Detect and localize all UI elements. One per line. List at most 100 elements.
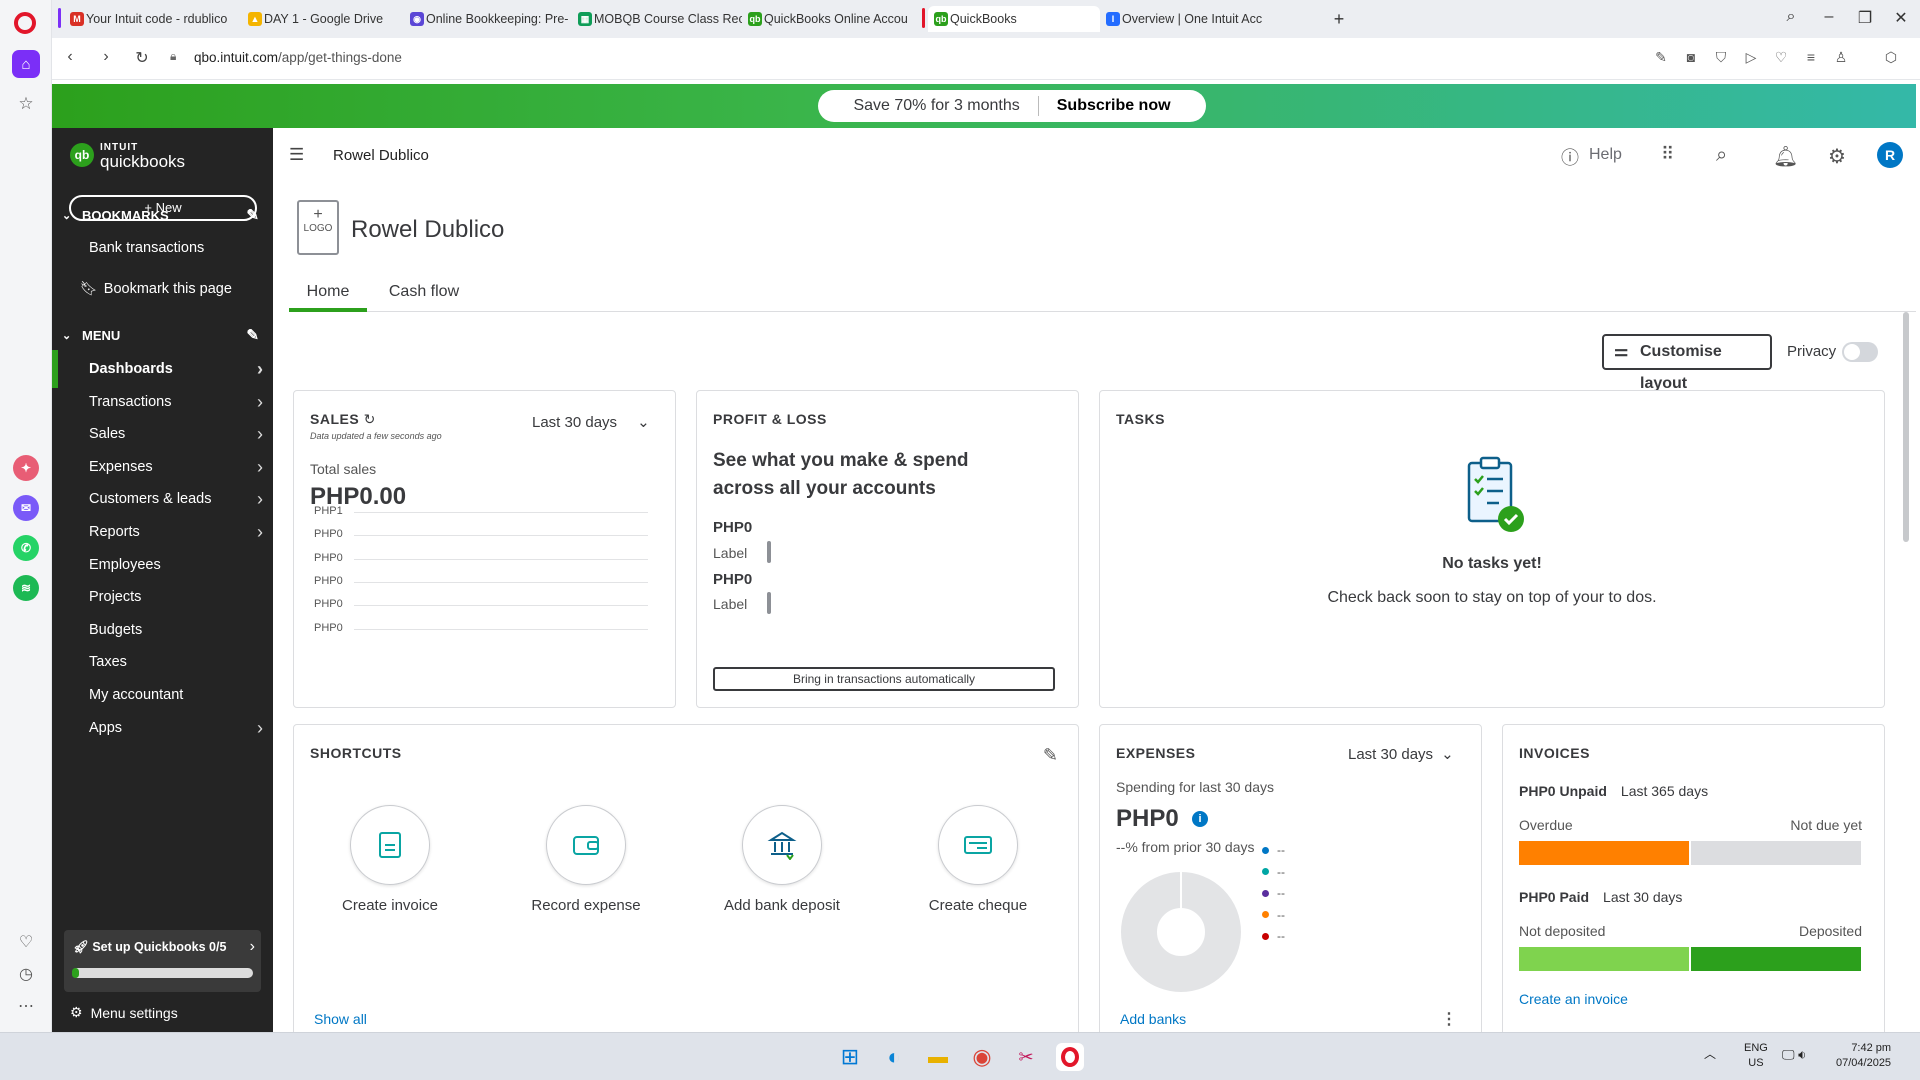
browser-tab[interactable]: M Your Intuit code - rdublico (64, 6, 244, 32)
heart-icon[interactable]: ♡ (12, 928, 40, 956)
snipping-tool-icon[interactable]: ✂ (1012, 1043, 1040, 1071)
new-tab-button[interactable]: + (1328, 8, 1350, 30)
home-icon[interactable]: ⌂ (12, 50, 40, 78)
profile-icon[interactable]: ♙ (1832, 49, 1850, 66)
edit-shortcuts-icon[interactable]: ✎ (1043, 745, 1058, 766)
menu-settings-link[interactable]: ⚙ Menu settings (70, 1004, 178, 1021)
more-options-icon[interactable]: ⋮ (1441, 1009, 1457, 1029)
ai-app-icon[interactable]: ✦ (13, 455, 39, 481)
edge-icon[interactable]: ◐ (880, 1043, 908, 1071)
nav-item-label: Projects (89, 589, 142, 606)
profit-value: PHP0 (713, 519, 753, 536)
play-icon[interactable]: ▷ (1742, 49, 1760, 66)
deposited-label: Deposited (1798, 923, 1862, 939)
apps-grid-icon[interactable]: ⠿ (1661, 144, 1674, 165)
spotify-icon[interactable]: ≋ (13, 575, 39, 601)
shortcut-create-invoice[interactable]: Create invoice (330, 805, 450, 914)
edit-bookmarks-icon[interactable]: ✎ (246, 206, 259, 224)
bell-icon[interactable]: 🔔︎ (1773, 144, 1798, 169)
back-icon[interactable]: ‹ (60, 48, 80, 66)
browser-tab[interactable]: qb QuickBooks Online Accou (742, 6, 912, 32)
opera-taskbar-icon[interactable] (1056, 1043, 1084, 1071)
network-volume-icon[interactable]: 🖵︎ 🔉︎ (1782, 1047, 1806, 1062)
info-icon[interactable]: i (1192, 811, 1208, 827)
sales-period-dropdown[interactable]: Last 30 days ⌄ (532, 413, 650, 431)
tab-search-icon[interactable]: ⌕ (1778, 8, 1804, 26)
browser-tab[interactable]: ▦ MOBQB Course Class Rec (572, 6, 742, 32)
vertical-scrollbar[interactable] (1903, 312, 1909, 542)
shortcut-record-expense[interactable]: Record expense (526, 805, 646, 914)
privacy-toggle[interactable] (1842, 342, 1878, 362)
taskbar: ⊞ ◐ ▬ ◉ ✂ ︿ ENG US 🖵︎ 🔉︎ 7:42 pm 07/04/202… (0, 1032, 1920, 1080)
messenger-icon[interactable]: ✉ (13, 495, 39, 521)
company-name-header[interactable]: Rowel Dublico (333, 147, 429, 164)
add-logo-button[interactable]: + LOGO (297, 200, 339, 255)
shield-icon[interactable]: ⛉ (1712, 49, 1730, 66)
gear-icon[interactable]: ⚙ (1828, 144, 1846, 169)
show-all-link[interactable]: Show all (314, 1011, 367, 1027)
gridline (354, 605, 648, 607)
expenses-period-dropdown[interactable]: Last 30 days ⌄ (1348, 745, 1454, 763)
opera-logo[interactable] (14, 12, 36, 34)
bring-in-transactions-button[interactable]: Bring in transactions automatically (713, 667, 1055, 691)
whatsapp-icon[interactable]: ✆ (13, 535, 39, 561)
shortcut-add-bank-deposit[interactable]: Add bank deposit (722, 805, 842, 914)
bookmarks-header[interactable]: ⌄ BOOKMARKS ✎ (62, 204, 267, 226)
history-icon[interactable]: ◷ (12, 960, 40, 988)
overdue-segment (1519, 841, 1689, 865)
subscribe-now-link[interactable]: Subscribe now (1057, 97, 1171, 115)
url-field[interactable]: qbo.intuit.com/app/get-things-done (194, 50, 402, 65)
star-icon[interactable]: ☆ (12, 90, 40, 118)
quickbooks-logo[interactable]: qb INTUIT quickbooks (70, 142, 185, 170)
extensions-icon[interactable]: ⬡ (1882, 49, 1900, 66)
shortcut-create-cheque[interactable]: Create cheque (918, 805, 1038, 914)
bookmark-bank-transactions[interactable]: Bank transactions (52, 229, 273, 267)
gridline (354, 628, 648, 630)
heart-icon[interactable]: ♡ (1772, 49, 1790, 66)
clock[interactable]: 7:42 pm 07/04/2025 (1836, 1041, 1891, 1071)
profit-loss-card: PROFIT & LOSS See what you make & spend … (696, 390, 1079, 708)
reload-icon[interactable]: ↻ (132, 48, 152, 68)
tab-cash-flow[interactable]: Cash flow (379, 274, 469, 312)
menu-lines-icon[interactable]: ≡ (1802, 49, 1820, 65)
sliders-icon: ⚌ (1614, 343, 1629, 360)
search-icon[interactable]: ⌕ (1716, 144, 1727, 167)
language-indicator[interactable]: ENG US (1744, 1041, 1768, 1071)
unpaid-bar[interactable] (1519, 841, 1861, 865)
help-icon[interactable]: ⓘ (1561, 144, 1579, 170)
chrome-icon[interactable]: ◉ (968, 1043, 996, 1071)
edit-icon[interactable]: ✎ (1652, 49, 1670, 66)
browser-tab[interactable]: ◉ Online Bookkeeping: Pre- (404, 6, 574, 32)
setup-quickbooks-card[interactable]: 🚀︎ Set up Quickbooks 0/5 › (64, 930, 261, 992)
add-banks-link[interactable]: Add banks (1120, 1011, 1186, 1027)
restore-button[interactable]: ❐ (1852, 8, 1878, 28)
minimize-button[interactable]: – (1816, 8, 1842, 26)
promo-pill[interactable]: Save 70% for 3 months Subscribe now (818, 90, 1206, 122)
close-window-button[interactable]: ✕ (1888, 8, 1914, 28)
customise-layout-button[interactable]: ⚌ Customise layout (1602, 334, 1772, 392)
tab-home[interactable]: Home (289, 274, 367, 312)
bookmark-this-page[interactable]: 🔖︎ Bookmark this page (52, 269, 273, 307)
browser-tab[interactable]: I Overview | One Intuit Acc (1100, 6, 1315, 32)
nav-item-apps[interactable]: Apps › (52, 709, 273, 747)
browser-tab-active[interactable]: qb QuickBooks (928, 6, 1100, 32)
file-explorer-icon[interactable]: ▬ (924, 1043, 952, 1071)
create-invoice-link[interactable]: Create an invoice (1519, 991, 1628, 1007)
collapse-menu-icon[interactable]: ☰ (289, 145, 304, 165)
paid-bar[interactable] (1519, 947, 1861, 971)
forward-icon[interactable]: › (96, 48, 116, 66)
help-button[interactable]: Help (1589, 146, 1622, 164)
windows-start-icon[interactable]: ⊞ (836, 1043, 864, 1071)
tray-overflow-icon[interactable]: ︿ (1704, 1047, 1716, 1062)
refresh-icon[interactable]: ↻ (364, 411, 376, 427)
more-icon[interactable]: ⋯ (12, 992, 40, 1020)
camera-icon[interactable]: ◙ (1682, 49, 1700, 65)
y-tick-label: PHP0 (314, 551, 343, 564)
browser-tab[interactable]: ▲ DAY 1 - Google Drive (242, 6, 412, 32)
avatar[interactable]: R (1877, 142, 1903, 168)
edit-menu-icon[interactable]: ✎ (246, 326, 259, 344)
sales-title-text: SALES (310, 411, 360, 427)
legend-label: -- (1277, 907, 1285, 922)
legend-dot (1262, 846, 1269, 854)
menu-header[interactable]: ⌄ MENU ✎ (62, 324, 267, 346)
